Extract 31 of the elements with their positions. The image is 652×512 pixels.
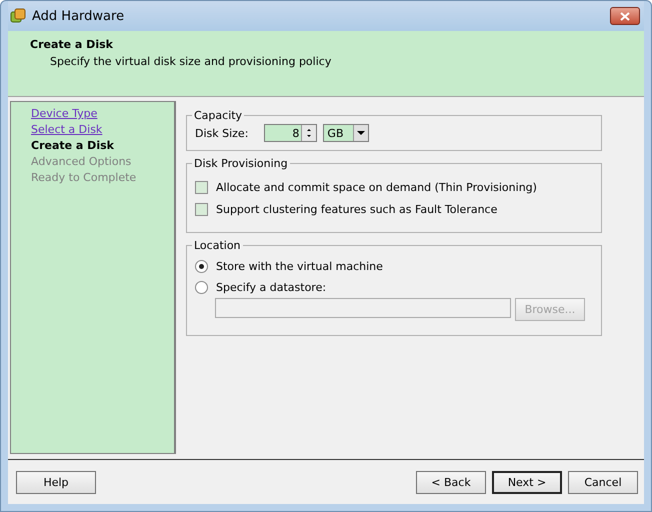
step-link[interactable]: Device Type: [31, 106, 174, 122]
step-label: Advanced Options: [31, 154, 132, 170]
checkbox-label: Support clustering features such as Fault Tolerance: [216, 203, 498, 216]
unit-dropdown[interactable]: GB: [323, 124, 370, 142]
radio-label: Specify a datastore:: [216, 281, 326, 294]
radio-label: Store with the virtual machine: [216, 260, 383, 273]
window-title: Add Hardware: [32, 8, 124, 24]
caret-icon: [357, 131, 366, 135]
group-title: Capacity: [193, 109, 244, 122]
next-button[interactable]: Next >: [492, 470, 562, 494]
close-button[interactable]: [610, 7, 640, 25]
checkbox[interactable]: [195, 181, 208, 194]
help-button[interactable]: Help: [16, 470, 96, 494]
step-link[interactable]: Select a Disk: [31, 122, 174, 138]
back-button[interactable]: < Back: [416, 470, 486, 494]
spin-arrows-icon: [301, 125, 316, 141]
app-icon: [10, 8, 26, 24]
page-title: Create a Disk: [30, 38, 114, 51]
step-label: Ready to Complete: [31, 170, 138, 186]
step-label: Create a Disk: [31, 138, 115, 154]
page-subtitle: Specify the virtual disk size and provisioning policy: [49, 54, 332, 68]
checkbox[interactable]: [195, 203, 208, 216]
group-title: Location: [193, 239, 242, 252]
close-icon: [620, 12, 630, 20]
radio-button[interactable]: [195, 281, 208, 294]
radio-button[interactable]: [195, 260, 208, 273]
field-label: Disk Size:: [195, 126, 248, 140]
checkbox-label: Allocate and commit space on demand (Thin Provisioning): [216, 181, 537, 194]
disk-size-spinner[interactable]: 8: [264, 124, 318, 142]
group-title: Disk Provisioning: [193, 157, 289, 170]
cancel-button[interactable]: Cancel: [568, 470, 638, 494]
